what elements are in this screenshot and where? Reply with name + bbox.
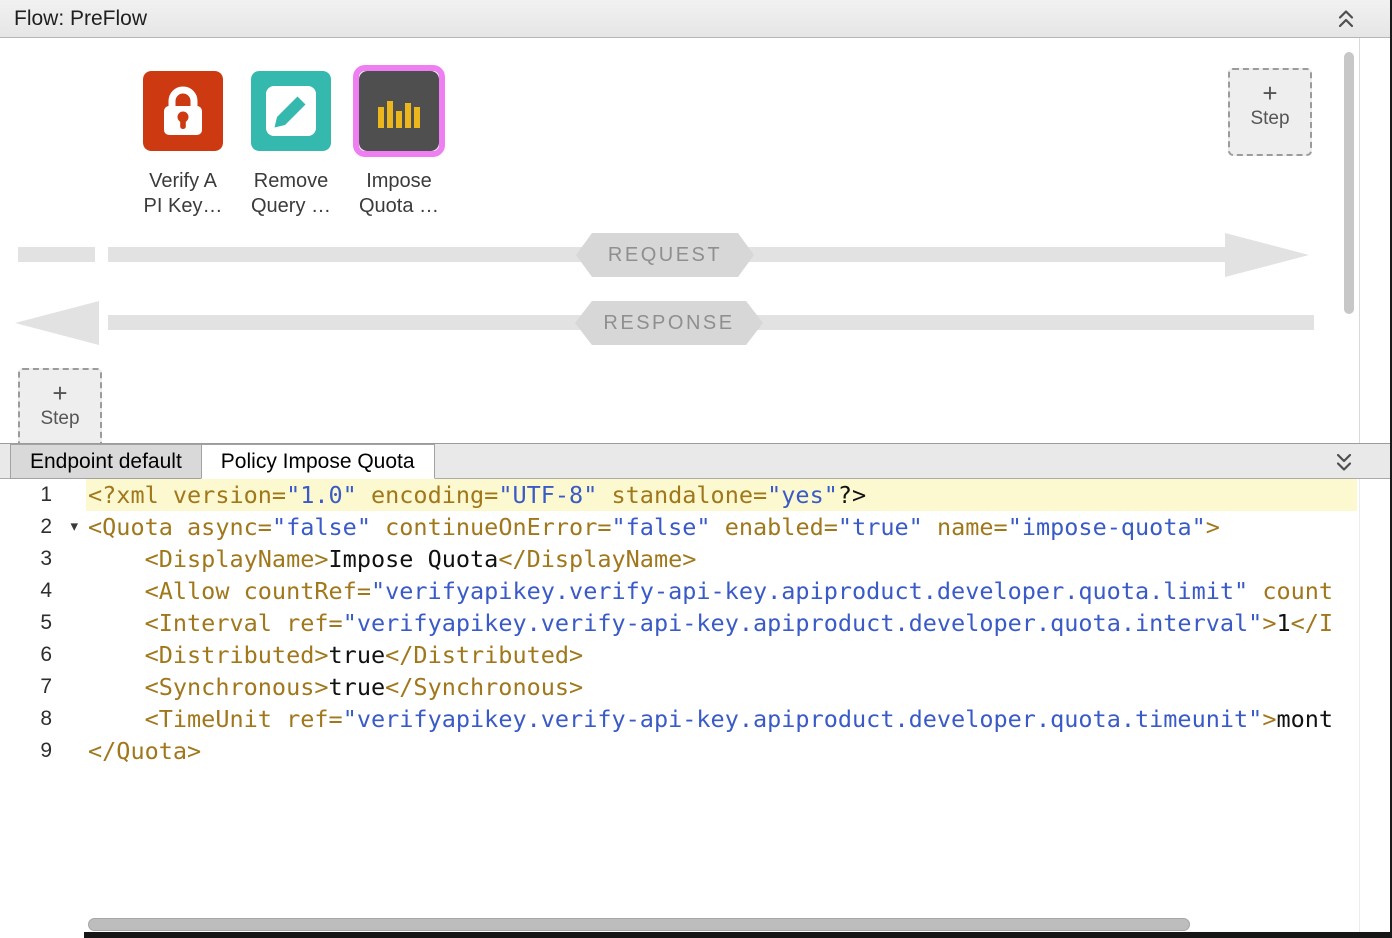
canvas-right-divider: [1359, 38, 1360, 443]
request-banner: REQUEST: [576, 233, 754, 277]
policy-impose-quota[interactable]: ImposeQuota …: [359, 71, 439, 151]
flow-canvas: Verify API Key… RemoveQuery … ImposeQuota …: [0, 38, 1392, 444]
flow-title-bar: Flow: PreFlow: [0, 0, 1392, 38]
plus-icon: +: [52, 380, 67, 406]
editor-right-divider: [1359, 479, 1360, 938]
line-number: 5: [40, 607, 52, 639]
line-number: 9: [40, 735, 52, 767]
line-gutter: 9: [0, 735, 86, 767]
tab-endpoint-default[interactable]: Endpoint default: [10, 444, 202, 479]
apigee-flow-editor: Flow: PreFlow Verify API Key… RemoveQuery…: [0, 0, 1392, 938]
policy-remove-query-param[interactable]: RemoveQuery …: [251, 71, 331, 151]
code-line-text: <?xml version="1.0" encoding="UTF-8" sta…: [86, 479, 1357, 511]
add-step-request-button[interactable]: + Step: [1228, 68, 1312, 156]
step-label: Step: [1250, 108, 1289, 130]
fold-arrow-icon[interactable]: ▾: [70, 511, 78, 543]
code-line-text: <TimeUnit ref="verifyapikey.verify-api-k…: [86, 703, 1357, 735]
code-line-5[interactable]: 5 <Interval ref="verifyapikey.verify-api…: [0, 607, 1392, 639]
request-arrow-icon: [1225, 233, 1309, 277]
code-lines: 1 <?xml version="1.0" encoding="UTF-8" st…: [0, 479, 1392, 767]
policy-row: Verify API Key… RemoveQuery … ImposeQuota …: [143, 71, 439, 151]
code-line-text: <Allow countRef="verifyapikey.verify-api…: [86, 575, 1357, 607]
pencil-icon: [251, 71, 331, 151]
request-label: REQUEST: [608, 244, 722, 267]
line-number: 7: [40, 671, 52, 703]
window-edge-bottom: [84, 932, 1392, 938]
editor-horizontal-scrollbar-thumb[interactable]: [88, 918, 1190, 931]
code-line-7[interactable]: 7 <Synchronous>true</Synchronous>: [0, 671, 1392, 703]
line-gutter: 6: [0, 639, 86, 671]
lock-icon: [143, 71, 223, 151]
code-line-text: <DisplayName>Impose Quota</DisplayName>: [86, 543, 1357, 575]
tab-strip: Endpoint defaultPolicy Impose Quota: [10, 444, 435, 479]
line-number: 4: [40, 575, 52, 607]
step-label: Step: [40, 408, 79, 430]
line-gutter: 2▾: [0, 511, 86, 543]
tab-policy-impose-quota[interactable]: Policy Impose Quota: [201, 444, 435, 479]
code-line-4[interactable]: 4 <Allow countRef="verifyapikey.verify-a…: [0, 575, 1392, 607]
line-gutter: 3: [0, 543, 86, 575]
code-line-text: <Synchronous>true</Synchronous>: [86, 671, 1357, 703]
code-line-text: <Quota async="false" continueOnError="fa…: [86, 511, 1357, 543]
collapse-flow-panel-button[interactable]: [1336, 8, 1356, 33]
line-gutter: 7: [0, 671, 86, 703]
flow-vertical-scrollbar-thumb[interactable]: [1344, 52, 1354, 314]
line-gutter: 4: [0, 575, 86, 607]
line-gutter: 8: [0, 703, 86, 735]
code-line-9[interactable]: 9 </Quota>: [0, 735, 1392, 767]
code-line-2[interactable]: 2▾<Quota async="false" continueOnError="…: [0, 511, 1392, 543]
code-line-8[interactable]: 8 <TimeUnit ref="verifyapikey.verify-api…: [0, 703, 1392, 735]
editor-tab-bar: Endpoint defaultPolicy Impose Quota: [0, 444, 1392, 479]
line-number: 8: [40, 703, 52, 735]
line-number: 6: [40, 639, 52, 671]
code-line-text: <Distributed>true</Distributed>: [86, 639, 1357, 671]
line-number: 1: [40, 479, 52, 511]
flow-title: Flow: PreFlow: [14, 0, 147, 37]
add-step-response-button[interactable]: + Step: [18, 368, 102, 444]
plus-icon: +: [1262, 80, 1277, 106]
code-line-text: </Quota>: [86, 735, 1357, 767]
policy-label: ImposeQuota …: [329, 169, 469, 219]
double-chevron-down-icon: [1334, 461, 1354, 476]
line-gutter: 5: [0, 607, 86, 639]
line-number: 2: [40, 511, 52, 543]
bars-icon: [359, 71, 439, 151]
response-banner: RESPONSE: [575, 301, 763, 345]
line-number: 3: [40, 543, 52, 575]
code-line-6[interactable]: 6 <Distributed>true</Distributed>: [0, 639, 1392, 671]
code-line-1[interactable]: 1 <?xml version="1.0" encoding="UTF-8" st…: [0, 479, 1392, 511]
response-arrow-icon: [15, 301, 99, 345]
response-label: RESPONSE: [603, 312, 734, 335]
double-chevron-up-icon: [1336, 18, 1356, 33]
code-line-text: <Interval ref="verifyapikey.verify-api-k…: [86, 607, 1357, 639]
request-flow-line-start: [18, 247, 95, 262]
code-editor[interactable]: 1 <?xml version="1.0" encoding="UTF-8" st…: [0, 479, 1392, 938]
line-gutter: 1: [0, 479, 86, 511]
policy-verify-api-key[interactable]: Verify API Key…: [143, 71, 223, 151]
collapse-editor-panel-button[interactable]: [1334, 451, 1354, 476]
code-line-3[interactable]: 3 <DisplayName>Impose Quota</DisplayName…: [0, 543, 1392, 575]
